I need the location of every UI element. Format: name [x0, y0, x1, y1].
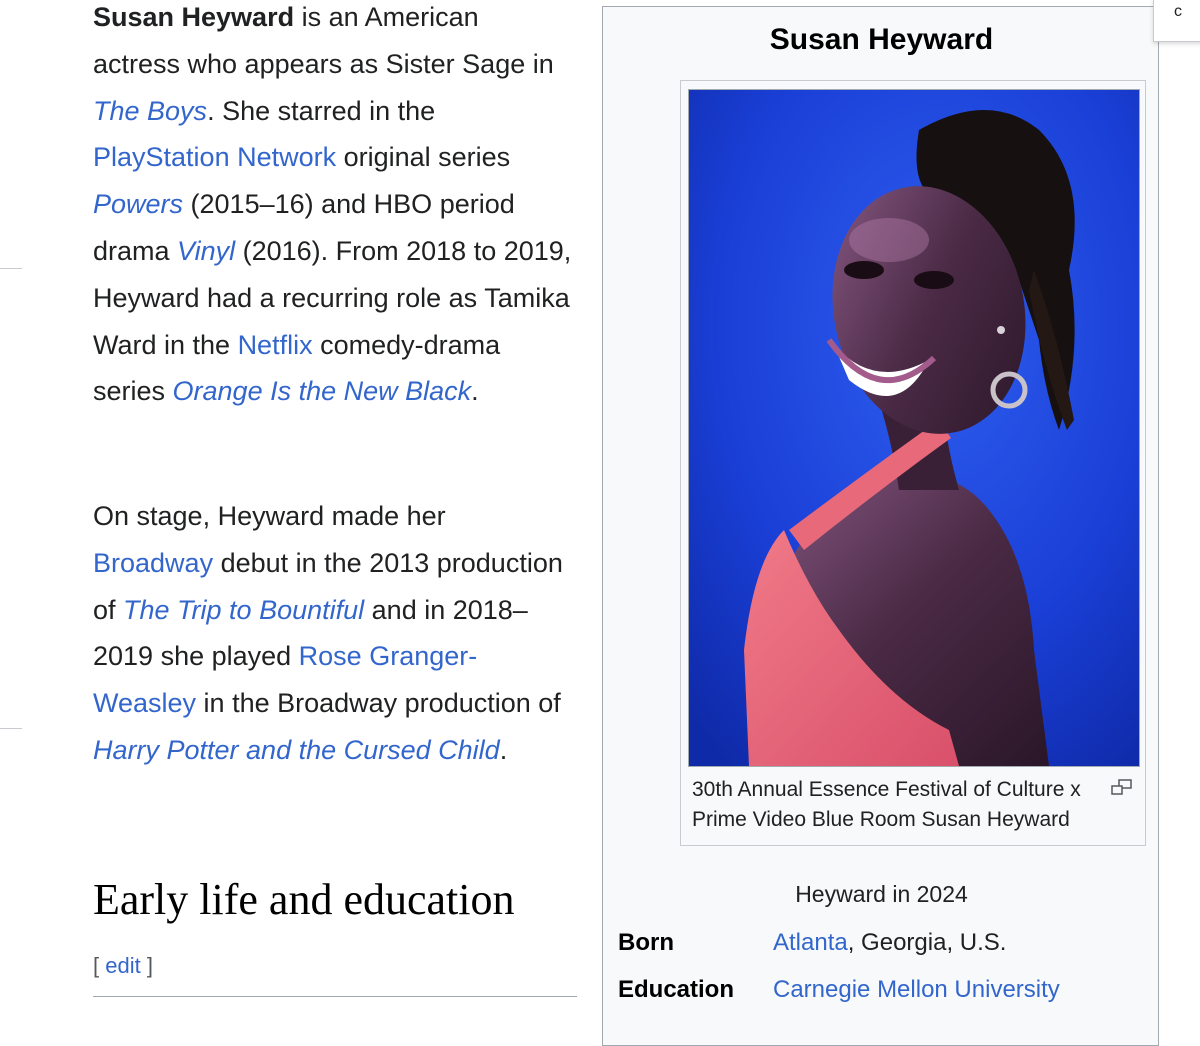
born-value: Atlanta, Georgia, U.S.: [773, 929, 1006, 957]
image-caption: 30th Annual Essence Festival of Culture …: [692, 778, 1081, 831]
article-link[interactable]: Harry Potter and the Cursed Child: [93, 735, 500, 765]
article-text: in the Broadway production of: [196, 688, 561, 719]
atlanta-link[interactable]: Atlanta: [773, 929, 848, 956]
article-link[interactable]: Vinyl: [177, 236, 235, 266]
born-label: Born: [618, 929, 674, 956]
article-link[interactable]: Powers: [93, 189, 183, 219]
margin-tick: [0, 268, 22, 269]
portrait-photo[interactable]: [688, 89, 1140, 767]
article-link[interactable]: Broadway: [93, 548, 213, 578]
section-divider: [93, 996, 577, 997]
article-link[interactable]: The Trip to Bountiful: [123, 595, 364, 625]
article-link[interactable]: The Boys: [93, 96, 207, 126]
article-text: On stage, Heyward made her: [93, 501, 446, 531]
article-text: .: [499, 734, 508, 765]
popup-text: c: [1174, 3, 1182, 20]
article-link[interactable]: Orange Is the New Black: [173, 376, 472, 406]
born-rest: , Georgia, U.S.: [847, 929, 1007, 956]
enlarge-icon[interactable]: [1111, 779, 1133, 795]
margin-tick: [0, 728, 22, 729]
infobox-subcaption: Heyward in 2024: [795, 881, 968, 907]
education-label: Education: [618, 976, 735, 1003]
article-subject-name: Susan Heyward: [93, 2, 295, 32]
section-edit: [ edit ]: [93, 953, 153, 979]
carnegie-mellon-link[interactable]: Carnegie Mellon University: [773, 976, 1060, 1003]
lead-paragraph: Susan Heyward is an American actress who…: [93, 0, 573, 415]
article-text: original series: [336, 142, 511, 173]
article-text: . She starred in the: [207, 95, 436, 126]
edit-bracket-open: [: [93, 953, 106, 978]
popup-panel[interactable]: c: [1153, 0, 1200, 42]
article-text: .: [471, 376, 479, 407]
education-value: Carnegie Mellon University: [773, 976, 1060, 1004]
infobox: Susan Heyward 30th Annual Essence Festiv…: [602, 6, 1159, 1046]
section-heading-early-life: Early life and education: [93, 875, 515, 924]
infobox-title: Susan Heyward: [769, 23, 994, 56]
stage-paragraph: On stage, Heyward made her Broadway debu…: [93, 493, 573, 774]
edit-link[interactable]: edit: [105, 953, 140, 978]
article-link[interactable]: Netflix: [238, 330, 313, 360]
article-link[interactable]: PlayStation Network: [93, 142, 336, 172]
edit-bracket-close: ]: [140, 953, 153, 978]
infobox-image-frame: 30th Annual Essence Festival of Culture …: [680, 80, 1146, 846]
